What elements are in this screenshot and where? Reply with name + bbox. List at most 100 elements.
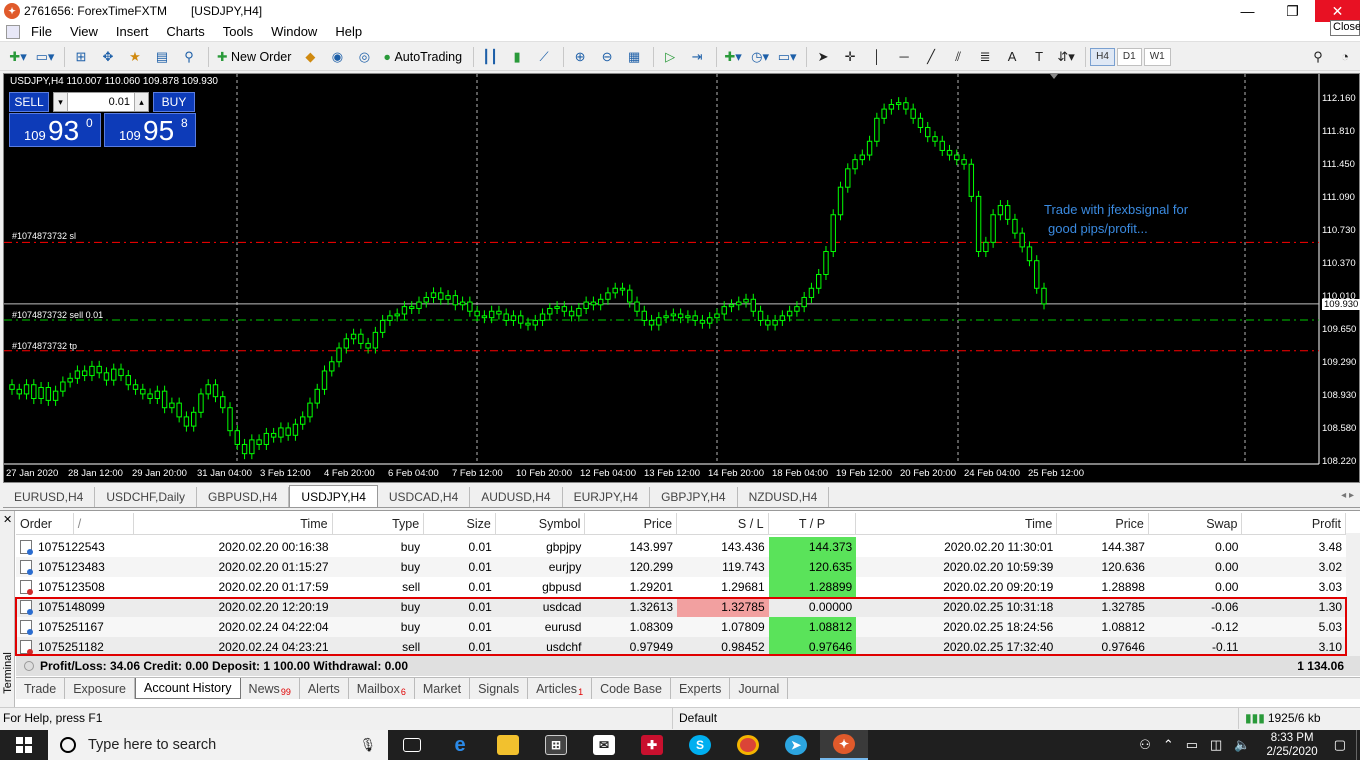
terminal-close-icon[interactable]: ✕ xyxy=(3,513,12,526)
notifications-icon[interactable]: ▢ xyxy=(1334,737,1346,753)
col-order[interactable]: Order xyxy=(16,513,74,535)
chart-tab-audusd[interactable]: AUDUSD,H4 xyxy=(470,487,563,507)
timeframe-h4[interactable]: H4 xyxy=(1090,47,1115,66)
zoom-out-icon[interactable]: ⊖ xyxy=(595,46,619,68)
crosshair-icon[interactable]: ✛ xyxy=(838,46,862,68)
volume-icon[interactable]: 🔈 xyxy=(1234,737,1250,753)
menu-window[interactable]: Window xyxy=(262,24,326,39)
col-price[interactable]: Price xyxy=(585,513,678,535)
menu-file[interactable]: File xyxy=(22,24,61,39)
timeframe-w1[interactable]: W1 xyxy=(1143,47,1171,66)
minimize-button[interactable]: — xyxy=(1225,0,1270,22)
col-symbol[interactable]: Symbol xyxy=(496,513,586,535)
table-row[interactable]: 1075123483 2020.02.20 01:15:27 buy 0.01 eurj… xyxy=(16,557,1346,577)
templates-icon[interactable]: ▭▾ xyxy=(775,46,799,68)
menu-insert[interactable]: Insert xyxy=(107,24,158,39)
menu-view[interactable]: View xyxy=(61,24,107,39)
col-sort[interactable]: / xyxy=(74,513,134,535)
zoom-in-icon[interactable]: ⊕ xyxy=(568,46,592,68)
chart-tab-usdchf[interactable]: USDCHF,Daily xyxy=(95,487,198,507)
autotrading-button[interactable]: ● AutoTrading xyxy=(379,46,466,68)
network-icon[interactable]: ◫ xyxy=(1210,737,1222,753)
candlestick-icon[interactable]: ▮ xyxy=(505,46,529,68)
lot-size-stepper[interactable]: ▾ 0.01 ▴ xyxy=(53,92,149,112)
table-row[interactable]: 1075122543 2020.02.20 00:16:38 buy 0.01 gbpj… xyxy=(16,537,1346,557)
signals-icon[interactable]: ◉ xyxy=(325,46,349,68)
store-icon[interactable]: ⊞ xyxy=(532,730,580,760)
col-sl[interactable]: S / L xyxy=(677,513,769,535)
col-size[interactable]: Size xyxy=(424,513,496,535)
menu-tools[interactable]: Tools xyxy=(214,24,262,39)
price-chart[interactable] xyxy=(4,74,1360,484)
sell-price[interactable]: 109 93 0 xyxy=(9,113,101,147)
table-row[interactable]: 1075123508 2020.02.20 01:17:59 sell 0.01 gbp… xyxy=(16,577,1346,597)
market-watch-icon[interactable]: ⊞ xyxy=(69,46,93,68)
chart-tab-gbpusd[interactable]: GBPUSD,H4 xyxy=(197,487,290,507)
task-view-icon[interactable] xyxy=(388,730,436,760)
terminal-tab-alerts[interactable]: Alerts xyxy=(300,678,349,699)
terminal-tab-news[interactable]: News 99 xyxy=(241,678,300,699)
clock[interactable]: 8:33 PM 2/25/2020 xyxy=(1267,731,1318,759)
lot-increase-icon[interactable]: ▴ xyxy=(134,93,148,111)
terminal-tab-code-base[interactable]: Code Base xyxy=(592,678,671,699)
arrows-icon[interactable]: ⇵▾ xyxy=(1054,46,1078,68)
close-button[interactable]: ✕ xyxy=(1315,0,1360,22)
horizontal-line-icon[interactable]: ─ xyxy=(892,46,916,68)
bar-chart-icon[interactable]: ┃┃ xyxy=(478,46,502,68)
battery-icon[interactable]: ▭ xyxy=(1186,737,1198,753)
skype-icon[interactable]: S xyxy=(676,730,724,760)
terminal-tab-signals[interactable]: Signals xyxy=(470,678,529,699)
chat-icon[interactable]: ◔ xyxy=(1333,46,1357,68)
start-button[interactable] xyxy=(0,730,48,760)
indicators-icon[interactable]: ✚ ▾ xyxy=(721,46,745,68)
lot-size-value[interactable]: 0.01 xyxy=(68,96,134,108)
tile-windows-icon[interactable]: ▦ xyxy=(622,46,646,68)
new-order-button[interactable]: ✚ New Order xyxy=(213,46,295,68)
mail-icon[interactable]: ✉ xyxy=(580,730,628,760)
show-desktop-button[interactable] xyxy=(1356,730,1360,760)
taskbar-search[interactable]: Type here to search 🎙 xyxy=(48,730,388,760)
fibonacci-icon[interactable]: ≣ xyxy=(973,46,997,68)
col-close-price[interactable]: Price xyxy=(1057,513,1149,535)
flag-app-icon[interactable]: ✚ xyxy=(628,730,676,760)
restore-button[interactable]: ❐ xyxy=(1270,0,1315,22)
lot-decrease-icon[interactable]: ▾ xyxy=(54,93,68,111)
equidistant-channel-icon[interactable]: ⫽ xyxy=(946,46,970,68)
terminal-scrollbar[interactable] xyxy=(1346,533,1360,663)
chrome-icon[interactable] xyxy=(724,730,772,760)
metaeditor-icon[interactable]: ◆ xyxy=(298,46,322,68)
terminal-tab-market[interactable]: Market xyxy=(415,678,471,699)
sell-button[interactable]: SELL xyxy=(9,92,49,112)
search-icon[interactable]: ⚲ xyxy=(1306,46,1330,68)
telegram-icon[interactable]: ➤ xyxy=(772,730,820,760)
tab-scroll-icon[interactable]: ◂ ▸ xyxy=(1341,490,1354,501)
chart-tab-usdjpy[interactable]: USDJPY,H4 xyxy=(289,485,378,507)
timeframe-d1[interactable]: D1 xyxy=(1116,47,1142,66)
col-time[interactable]: Time xyxy=(134,513,333,535)
microphone-icon[interactable]: 🎙 xyxy=(359,737,376,753)
terminal-icon[interactable]: ▤ xyxy=(150,46,174,68)
col-type[interactable]: Type xyxy=(333,513,425,535)
col-swap[interactable]: Swap xyxy=(1149,513,1243,535)
chart-tab-nzdusd[interactable]: NZDUSD,H4 xyxy=(738,487,830,507)
terminal-tab-experts[interactable]: Experts xyxy=(671,678,731,699)
vps-icon[interactable]: ◎ xyxy=(352,46,376,68)
text-icon[interactable]: A xyxy=(1000,46,1024,68)
strategy-tester-icon[interactable]: ⚲ xyxy=(177,46,201,68)
buy-button[interactable]: BUY xyxy=(153,92,195,112)
line-chart-icon[interactable]: ⟋ xyxy=(532,46,556,68)
vertical-line-icon[interactable]: │ xyxy=(865,46,889,68)
col-tp[interactable]: T / P xyxy=(769,513,857,535)
terminal-tab-trade[interactable]: Trade xyxy=(16,678,66,699)
col-profit[interactable]: Profit xyxy=(1242,513,1346,535)
navigator-icon[interactable]: ★ xyxy=(123,46,147,68)
edge-icon[interactable]: e xyxy=(436,730,484,760)
menu-help[interactable]: Help xyxy=(326,24,371,39)
col-close-time[interactable]: Time xyxy=(856,513,1058,535)
document-icon[interactable] xyxy=(6,24,20,39)
chart-tab-eurjpy[interactable]: EURJPY,H4 xyxy=(563,487,651,507)
menu-charts[interactable]: Charts xyxy=(157,24,213,39)
terminal-tab-exposure[interactable]: Exposure xyxy=(65,678,136,699)
chart-tab-usdcad[interactable]: USDCAD,H4 xyxy=(378,487,471,507)
terminal-tab-account-history[interactable]: Account History xyxy=(135,678,241,699)
